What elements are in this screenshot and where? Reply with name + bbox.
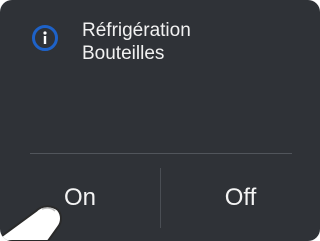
divider bbox=[30, 153, 292, 154]
setting-title: Réfrigération Bouteilles bbox=[82, 19, 191, 65]
title-line-1: Réfrigération bbox=[82, 20, 191, 41]
setting-panel: Réfrigération Bouteilles On Off bbox=[0, 0, 320, 241]
off-button-label: Off bbox=[224, 184, 257, 211]
off-button[interactable]: Off bbox=[161, 168, 320, 228]
info-icon[interactable] bbox=[32, 25, 58, 51]
touch-hand-icon bbox=[0, 205, 62, 241]
title-line-2: Bouteilles bbox=[82, 43, 165, 64]
